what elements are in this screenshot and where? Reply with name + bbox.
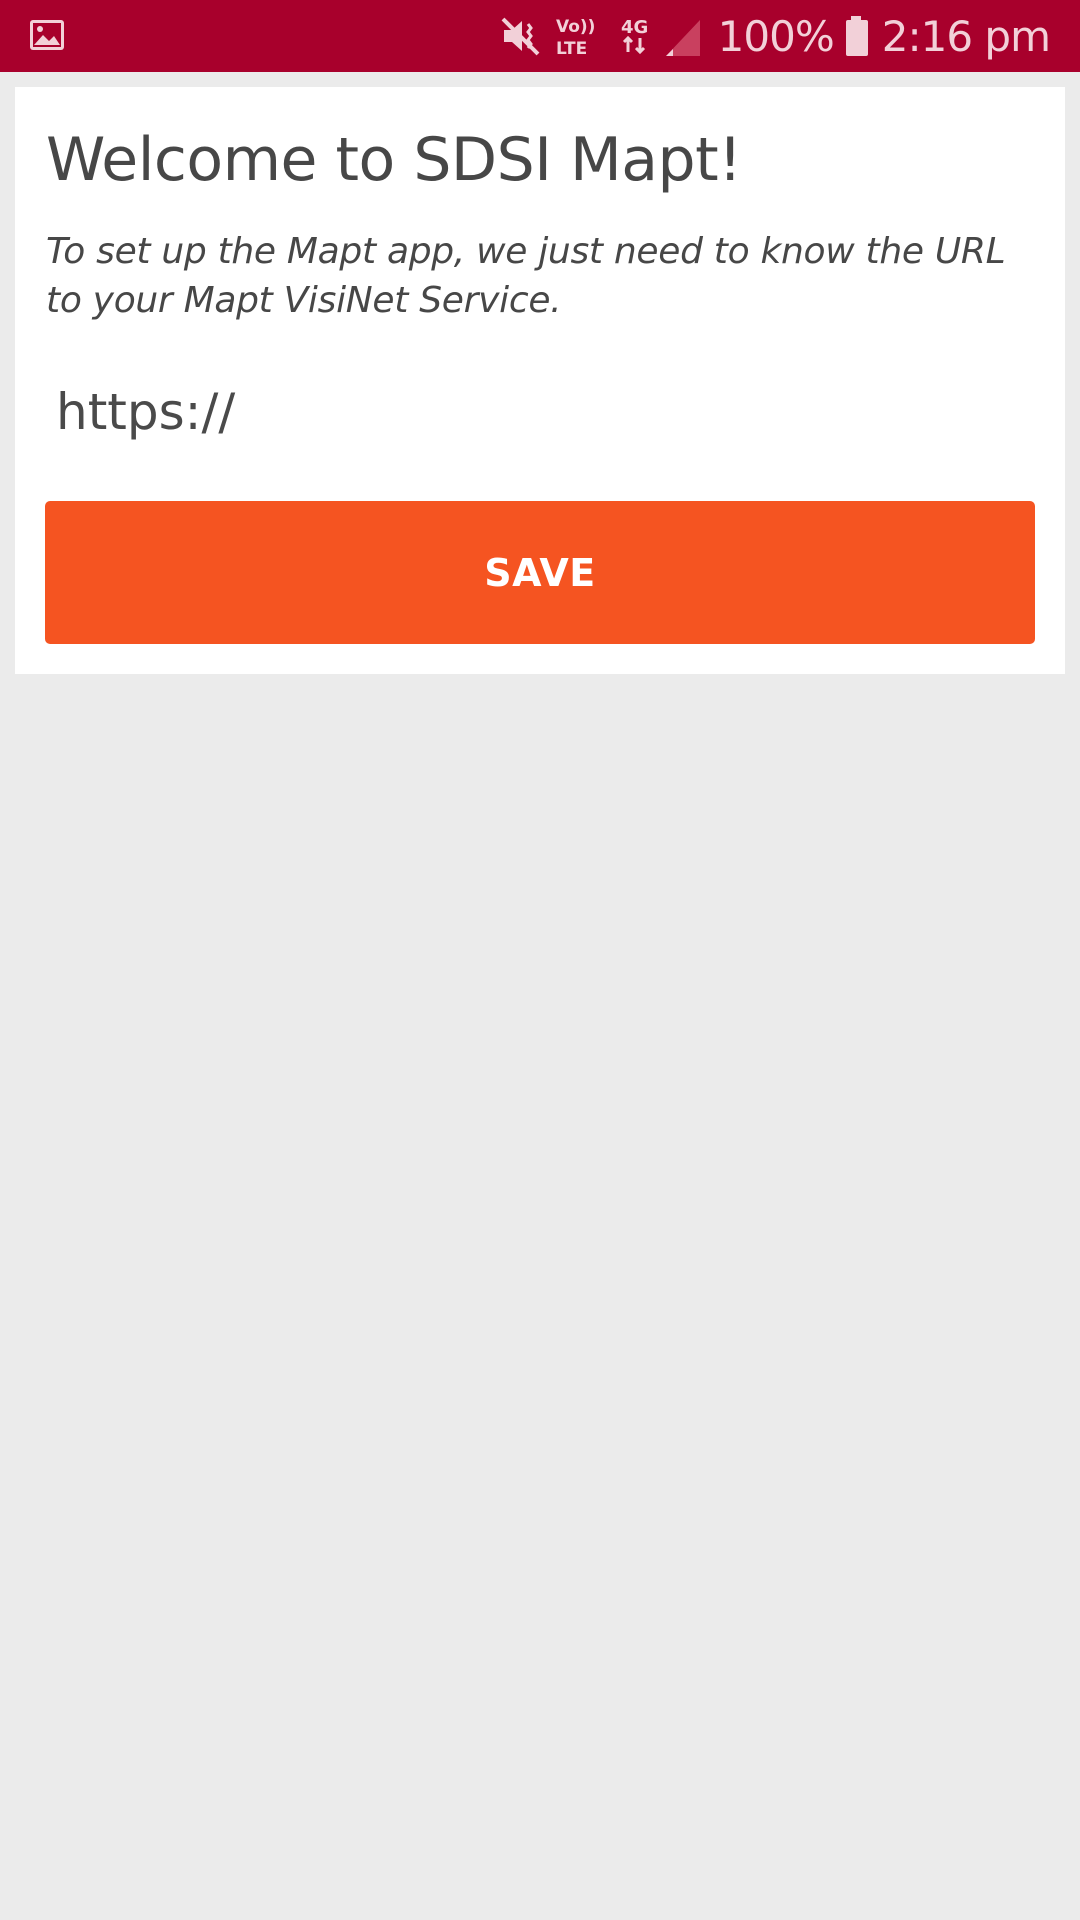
mute-icon — [500, 14, 544, 58]
battery-percent: 100% — [717, 11, 835, 61]
svg-text:LTE: LTE — [556, 39, 587, 58]
svg-text:4G: 4G — [621, 17, 648, 38]
clock: 2:16 pm — [881, 11, 1051, 61]
page-title: Welcome to SDSI Mapt! — [46, 125, 742, 195]
status-icons: Vo)) LTE 4G 100% 2:16 pm — [500, 0, 1051, 72]
save-button[interactable]: SAVE — [45, 501, 1035, 644]
4g-data-icon: 4G — [618, 14, 652, 58]
image-notification-icon — [28, 16, 68, 56]
status-bar: Vo)) LTE 4G 100% 2:16 pm — [0, 0, 1080, 72]
volte-icon: Vo)) LTE — [554, 14, 600, 59]
svg-text:Vo)): Vo)) — [556, 17, 595, 37]
signal-icon — [664, 14, 702, 58]
url-input[interactable] — [46, 372, 1036, 452]
setup-card: Welcome to SDSI Mapt! To set up the Mapt… — [15, 87, 1065, 674]
battery-icon — [842, 14, 872, 58]
setup-description: To set up the Mapt app, we just need to … — [46, 231, 1006, 321]
